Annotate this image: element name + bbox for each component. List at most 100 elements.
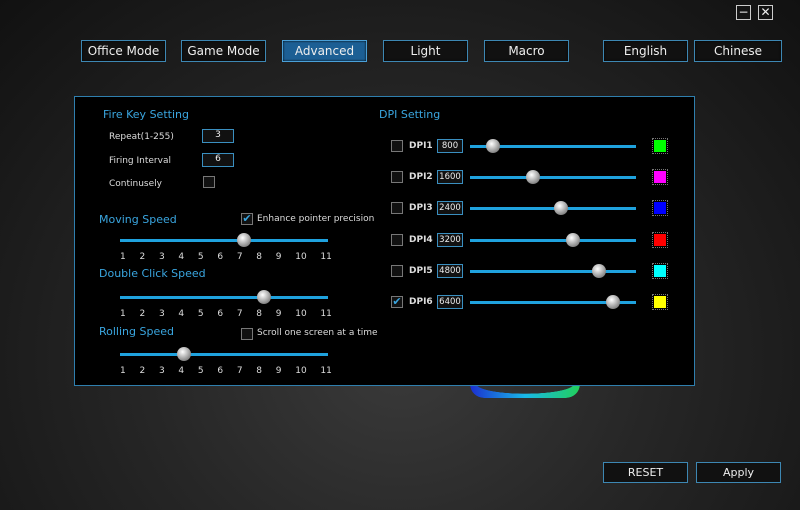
dpi-label: DPI2	[409, 172, 433, 183]
dpi-value-input[interactable]: 6400	[437, 295, 463, 309]
dpi-slider-thumb[interactable]	[526, 170, 541, 185]
dpi-value-input[interactable]: 3200	[437, 232, 463, 247]
close-button[interactable]: ✕	[758, 5, 773, 20]
scroll-one-screen-checkbox[interactable]	[241, 328, 253, 340]
dpi-slider[interactable]	[470, 232, 636, 247]
tick-label: 5	[197, 366, 204, 376]
tick-label: 9	[275, 366, 282, 376]
tab-game-mode[interactable]: Game Mode	[181, 40, 266, 62]
tick-label: 7	[236, 309, 243, 319]
tick-label: 2	[139, 366, 146, 376]
dpi-color-swatch[interactable]	[652, 200, 668, 217]
tick-label: 6	[217, 309, 224, 319]
tick-label: 3	[158, 366, 165, 376]
dpi-label: DPI4	[409, 234, 433, 245]
tick-label: 2	[139, 309, 146, 319]
dpi-slider[interactable]	[470, 263, 636, 278]
scroll-one-screen-label: Scroll one screen at a time	[257, 328, 378, 338]
tick-label: 5	[197, 252, 204, 262]
tick-label: 8	[256, 366, 263, 376]
moving-speed-title: Moving Speed	[99, 213, 177, 226]
tick-label: 6	[217, 366, 224, 376]
dpi-checkbox[interactable]	[391, 233, 403, 246]
dpi-value-input[interactable]: 1600	[437, 170, 463, 185]
tick-label: 10	[295, 366, 307, 376]
dpi-slider-thumb[interactable]	[486, 139, 501, 153]
tab-office-mode[interactable]: Office Mode	[81, 40, 166, 62]
tick-label: 2	[139, 252, 146, 262]
lang-english-button[interactable]: English	[603, 40, 688, 62]
slider-track[interactable]	[120, 233, 328, 247]
interval-label: Firing Interval	[109, 156, 171, 166]
tick-label: 4	[178, 252, 185, 262]
dpi-color-swatch[interactable]	[652, 262, 668, 279]
moving-speed-slider[interactable]: 1 2 3 4 5 6 7 8 9 10 11	[120, 233, 332, 262]
dpi-slider[interactable]	[470, 139, 636, 153]
tick-label: 1	[120, 252, 126, 262]
dpi-slider[interactable]	[470, 170, 636, 185]
tick-label: 3	[158, 309, 165, 319]
dpi-checkbox[interactable]	[391, 171, 403, 184]
double-click-title: Double Click Speed	[99, 267, 206, 280]
tick-label: 3	[158, 252, 165, 262]
repeat-input[interactable]: 3	[202, 129, 234, 143]
slider-track[interactable]	[120, 347, 328, 361]
tick-label: 9	[275, 252, 282, 262]
dpi-slider[interactable]	[470, 295, 636, 309]
minimize-button[interactable]: −	[736, 5, 751, 20]
dpi-checkbox[interactable]: ✔	[391, 296, 403, 308]
dpi-slider-thumb[interactable]	[605, 295, 620, 309]
dpi-color-swatch[interactable]	[652, 231, 668, 248]
double-click-slider[interactable]: 1 2 3 4 5 6 7 8 9 10 11	[120, 290, 332, 319]
interval-input[interactable]: 6	[202, 153, 234, 167]
tick-label: 11	[320, 252, 332, 262]
dpi-slider-thumb[interactable]	[565, 232, 580, 247]
tick-label: 11	[320, 309, 332, 319]
tick-label: 6	[217, 252, 224, 262]
dpi-checkbox[interactable]	[391, 202, 403, 215]
tick-label: 8	[256, 309, 263, 319]
enhance-precision-label: Enhance pointer precision	[257, 214, 375, 224]
dpi-checkbox[interactable]	[391, 264, 403, 277]
dpi-value-input[interactable]: 2400	[437, 201, 463, 216]
fire-key-title: Fire Key Setting	[103, 108, 189, 121]
dpi-color-swatch[interactable]	[652, 138, 668, 154]
rolling-speed-slider[interactable]: 1 2 3 4 5 6 7 8 9 10 11	[120, 347, 332, 376]
slider-track[interactable]	[120, 290, 328, 304]
lang-chinese-button[interactable]: Chinese	[694, 40, 782, 62]
rgb-light-arc	[470, 384, 580, 398]
slider-thumb[interactable]	[237, 233, 252, 247]
tick-label: 1	[120, 309, 126, 319]
tick-label: 4	[178, 366, 185, 376]
dpi-title: DPI Setting	[379, 108, 441, 121]
tick-label: 1	[120, 366, 126, 376]
dpi-color-swatch[interactable]	[652, 169, 668, 186]
tick-label: 5	[197, 309, 204, 319]
tick-label: 9	[275, 309, 282, 319]
tick-label: 11	[320, 366, 332, 376]
tick-label: 4	[178, 309, 185, 319]
dpi-value-input[interactable]: 800	[437, 139, 463, 153]
continuous-checkbox[interactable]	[203, 176, 215, 188]
slider-thumb[interactable]	[257, 290, 272, 304]
dpi-slider[interactable]	[470, 201, 636, 216]
tick-label: 10	[295, 309, 307, 319]
tab-macro[interactable]: Macro	[484, 40, 569, 62]
enhance-precision-checkbox[interactable]: ✔	[241, 213, 253, 225]
reset-button[interactable]: RESET	[603, 462, 688, 483]
dpi-label: DPI1	[409, 141, 433, 151]
slider-thumb[interactable]	[176, 347, 191, 361]
dpi-checkbox[interactable]	[391, 140, 403, 152]
tick-label: 7	[236, 252, 243, 262]
tick-label: 8	[256, 252, 263, 262]
dpi-color-swatch[interactable]	[652, 294, 668, 310]
apply-button[interactable]: Apply	[696, 462, 781, 483]
rolling-speed-title: Rolling Speed	[99, 325, 174, 338]
tick-label: 10	[295, 252, 307, 262]
tab-advanced[interactable]: Advanced	[282, 40, 367, 62]
tick-label: 7	[236, 366, 243, 376]
dpi-value-input[interactable]: 4800	[437, 263, 463, 278]
dpi-slider-thumb[interactable]	[592, 263, 607, 278]
tab-light[interactable]: Light	[383, 40, 468, 62]
dpi-slider-thumb[interactable]	[554, 201, 569, 216]
